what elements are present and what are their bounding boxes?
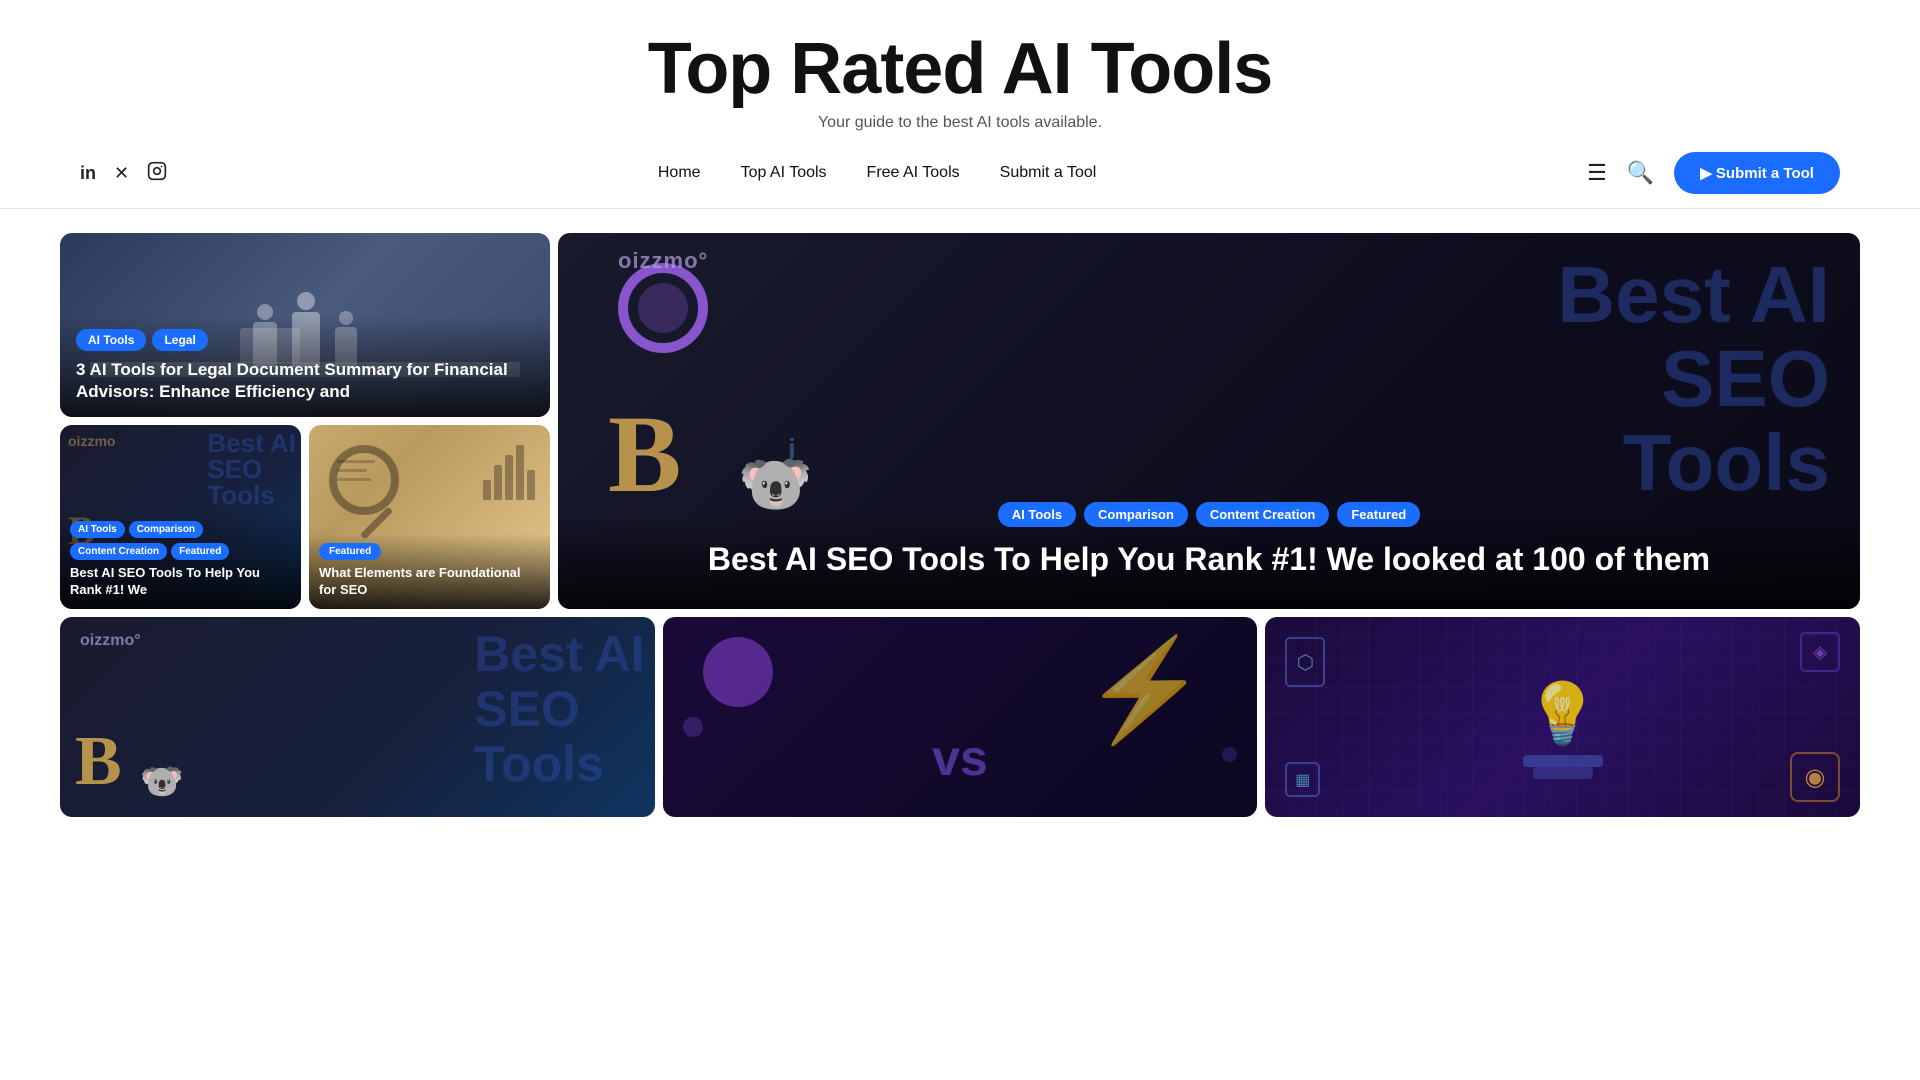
tag-comparison-sl[interactable]: Comparison (129, 521, 203, 538)
tag-featured-sr[interactable]: Featured (319, 543, 381, 560)
big-right-card-title: Best AI SEO Tools To Help You Rank #1! W… (598, 539, 1820, 581)
big-right-card-overlay: AI Tools Comparison Content Creation Fea… (558, 474, 1860, 609)
bottom-card-tech[interactable]: 💡 ⬡ ◈ ▦ ◉ (1265, 617, 1860, 817)
menu-icon[interactable]: ☰ (1587, 160, 1607, 186)
left-column: AI Tools Legal 3 AI Tools for Legal Docu… (60, 233, 550, 609)
site-subtitle: Your guide to the best AI tools availabl… (0, 114, 1920, 132)
big-left-card-overlay: AI Tools Legal 3 AI Tools for Legal Docu… (60, 315, 550, 417)
tag-comparison-br[interactable]: Comparison (1084, 502, 1188, 527)
bottom-card-vs[interactable]: ⚡ vs (663, 617, 1258, 817)
small-left-card[interactable]: oizzmo Best AISEOTools B AI Tools Compar… (60, 425, 301, 609)
nav-home[interactable]: Home (658, 164, 701, 182)
tag-featured-br[interactable]: Featured (1337, 502, 1420, 527)
small-cards-row: oizzmo Best AISEOTools B AI Tools Compar… (60, 425, 550, 609)
instagram-icon[interactable] (147, 161, 167, 186)
bottom-card-seo[interactable]: oizzmo° Best AISEOTools B 🐨 (60, 617, 655, 817)
tag-featured-sl[interactable]: Featured (171, 543, 229, 560)
small-right-card-title: What Elements are Foundational for SEO (319, 565, 540, 599)
tag-ai-tools[interactable]: AI Tools (76, 329, 146, 351)
nav-right: ☰ 🔍 ▶ Submit a Tool (1587, 152, 1840, 194)
site-title-container: Top Rated AI Tools Your guide to the bes… (0, 0, 1920, 138)
submit-tool-button[interactable]: ▶ Submit a Tool (1674, 152, 1840, 194)
big-left-card-tags: AI Tools Legal (76, 329, 534, 351)
main-content: AI Tools Legal 3 AI Tools for Legal Docu… (0, 209, 1920, 841)
small-right-card-overlay: Featured What Elements are Foundational … (309, 533, 550, 609)
big-right-card[interactable]: oizzmo° B 🐨 Best AISEOTools i AI Tools C… (558, 233, 1860, 609)
tag-ai-tools-sl[interactable]: AI Tools (70, 521, 125, 538)
social-links: in ✕ (80, 161, 167, 186)
nav-bar: in ✕ Home Top AI Tools Free AI Tools Sub… (0, 138, 1920, 209)
nav-links: Home Top AI Tools Free AI Tools Submit a… (658, 164, 1096, 182)
small-left-card-title: Best AI SEO Tools To Help You Rank #1! W… (70, 565, 291, 599)
tag-legal[interactable]: Legal (152, 329, 207, 351)
search-icon[interactable]: 🔍 (1627, 160, 1654, 186)
tag-content-creation-sl[interactable]: Content Creation (70, 543, 167, 560)
big-left-card-title: 3 AI Tools for Legal Document Summary fo… (76, 359, 534, 403)
site-title: Top Rated AI Tools (0, 28, 1920, 110)
small-left-card-overlay: AI Tools Comparison Content Creation Fea… (60, 511, 301, 609)
tag-content-creation-br[interactable]: Content Creation (1196, 502, 1329, 527)
site-header: Top Rated AI Tools Your guide to the bes… (0, 0, 1920, 138)
nav-top-ai-tools[interactable]: Top AI Tools (741, 164, 827, 182)
big-left-card[interactable]: AI Tools Legal 3 AI Tools for Legal Docu… (60, 233, 550, 417)
bottom-cards-row: oizzmo° Best AISEOTools B 🐨 ⚡ vs (60, 617, 1860, 817)
featured-grid: AI Tools Legal 3 AI Tools for Legal Docu… (60, 233, 1860, 609)
small-right-card[interactable]: Featured What Elements are Foundational … (309, 425, 550, 609)
twitter-icon[interactable]: ✕ (114, 163, 129, 184)
nav-free-ai-tools[interactable]: Free AI Tools (867, 164, 960, 182)
nav-submit-tool[interactable]: Submit a Tool (1000, 164, 1097, 182)
tag-ai-tools-br[interactable]: AI Tools (998, 502, 1076, 527)
linkedin-icon[interactable]: in (80, 163, 96, 184)
